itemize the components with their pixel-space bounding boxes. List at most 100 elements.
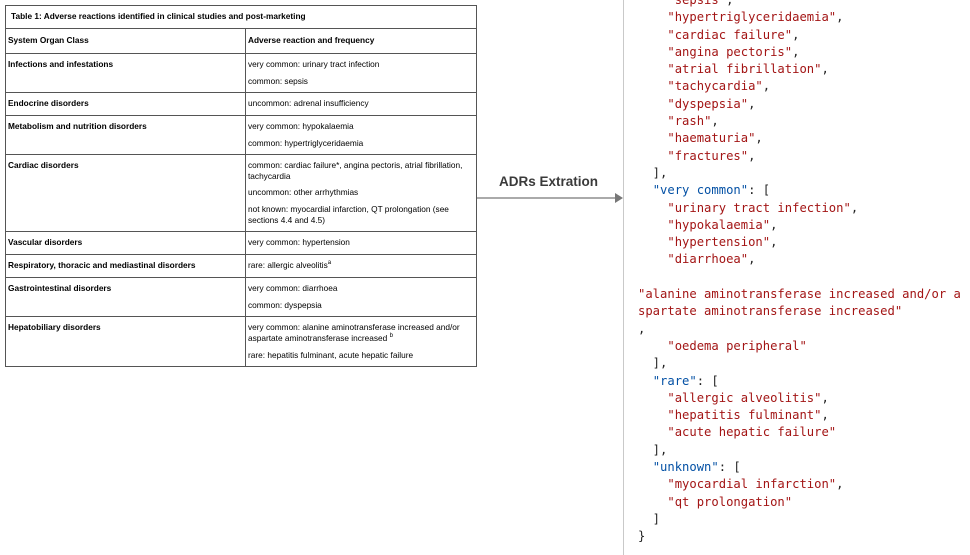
json-output: "sepsis", "hypertriglyceridaemia", "card… — [638, 0, 968, 546]
reaction-text: very common: urinary tract infection — [248, 58, 380, 69]
code-line: } — [638, 529, 646, 544]
json-string: hypertension — [674, 235, 763, 250]
reaction-line: common: dyspepsia — [248, 300, 473, 311]
json-string: urinary tract infection — [674, 200, 844, 215]
reaction-line: very common: alanine aminotransferase in… — [248, 322, 473, 344]
reaction-line: common: sepsis — [248, 76, 473, 87]
code-line: "atrial fibrillation", — [667, 62, 829, 77]
code-line: "angina pectoris", — [667, 44, 800, 59]
json-key-quoted: "rare" — [652, 373, 697, 388]
code-line: "urinary tract infection", — [667, 200, 859, 215]
reaction-cell: very common: hypertension — [246, 232, 476, 254]
reaction-text: very common: alanine aminotransferase in… — [248, 322, 460, 343]
code-line: "oedema peripheral" — [638, 338, 968, 355]
json-string: oedema peripheral — [674, 338, 800, 353]
soc-cell: Metabolism and nutrition disorders — [6, 115, 246, 154]
reaction-cell: very common: urinary tract infection comm… — [246, 54, 476, 92]
footnote-marker: a — [327, 260, 332, 267]
json-string: angina pectoris — [674, 44, 785, 59]
json-string: qt prolongation — [674, 494, 785, 509]
table-caption: Table 1: Adverse reactions identified in… — [11, 11, 306, 21]
json-string-quoted: "hepatitis fulminant" — [667, 408, 822, 423]
reaction-text: common: dyspepsia — [248, 300, 322, 311]
reaction-text: common: sepsis — [248, 75, 308, 86]
code-line: "hepatitis fulminant", — [667, 408, 829, 423]
code-line: "unknown": [ — [652, 460, 741, 475]
code-line: "haematuria", — [667, 131, 763, 146]
json-string-quoted: "myocardial infarction" — [667, 477, 837, 492]
json-string-quoted: "haematuria" — [667, 131, 756, 146]
code-line: "hypokalaemia", — [667, 217, 778, 232]
column-header-reaction: Adverse reaction and frequency — [248, 34, 375, 45]
footnote-marker: b — [389, 333, 393, 340]
soc-cell: Gastrointestinal disorders — [6, 278, 246, 316]
table-row: Cardiac disorders common: cardiac failure… — [6, 153, 476, 232]
soc-cell: Cardiac disorders — [6, 154, 246, 232]
code-line: "allergic alveolitis", — [667, 390, 829, 405]
json-string: fractures — [674, 148, 741, 163]
reaction-line: common: hypertriglyceridaemia — [248, 138, 473, 149]
code-line: ], — [638, 356, 668, 371]
json-string-quoted: "fractures" — [667, 148, 749, 163]
json-string-quoted: "urinary tract infection" — [667, 200, 851, 215]
code-line: "myocardial infarction", — [667, 477, 844, 492]
reaction-line: uncommon: other arrhythmias — [248, 187, 473, 198]
reaction-text: very common: hypertension — [248, 237, 350, 248]
soc-cell: Respiratory, thoracic and mediastinal di… — [6, 255, 246, 278]
code-line: "rash", — [667, 114, 719, 129]
code-line: "fractures", — [667, 148, 756, 163]
json-string: haematuria — [674, 131, 749, 146]
reaction-text: very common: diarrhoea — [248, 283, 338, 294]
json-string: tachycardia — [674, 79, 756, 94]
reaction-cell: rare: allergic alveolitisa — [246, 255, 476, 277]
json-string-quoted: "allergic alveolitis" — [667, 390, 822, 405]
json-string-quoted: "sepsis" — [667, 0, 726, 7]
reaction-line: very common: hypertension — [248, 237, 473, 248]
reaction-line: very common: diarrhoea — [248, 283, 473, 294]
arrow-label: ADRs Extration — [498, 174, 598, 189]
table-row: Vascular disorders very common: hypertens… — [6, 231, 476, 255]
soc-cell: Hepatobiliary disorders — [6, 317, 246, 366]
json-string-quoted: "angina pectoris" — [667, 44, 793, 59]
json-key-quoted: "very common" — [652, 183, 749, 198]
reaction-cell: very common: alanine aminotransferase in… — [246, 317, 476, 366]
code-line: ], — [638, 165, 668, 180]
table-row: Infections and infestations very common: … — [6, 52, 476, 92]
table-row: Metabolism and nutrition disorders very c… — [6, 114, 476, 154]
code-line: ], — [638, 442, 668, 457]
reaction-cell: common: cardiac failure*, angina pectori… — [246, 155, 476, 232]
table-row: Hepatobiliary disorders very common: alan… — [6, 316, 476, 366]
reaction-line: common: cardiac failure*, angina pectori… — [248, 160, 473, 182]
code-line: "sepsis", — [638, 0, 968, 9]
code-line: "dyspepsia", — [667, 96, 756, 111]
arrow-right-icon — [477, 193, 623, 203]
reaction-text: common: hypertriglyceridaemia — [248, 137, 364, 148]
table-row: Endocrine disorders uncommon: adrenal ins… — [6, 91, 476, 115]
code-line: "hypertriglyceridaemia", — [667, 10, 844, 25]
json-string: hypokalaemia — [674, 217, 763, 232]
json-string-quoted: "hypertension" — [667, 235, 771, 250]
json-string: diarrhoea — [674, 252, 741, 267]
reaction-cell: very common: diarrhoea common: dyspepsia — [246, 278, 476, 316]
reaction-line: uncommon: adrenal insufficiency — [248, 98, 473, 109]
reaction-text: uncommon: other arrhythmias — [248, 187, 359, 198]
json-string-quoted: "dyspepsia" — [667, 96, 749, 111]
reaction-text: uncommon: adrenal insufficiency — [248, 97, 369, 108]
json-string-quoted: "oedema peripheral" — [667, 338, 807, 353]
json-string-quoted: "qt prolongation" — [667, 494, 793, 509]
code-line: "diarrhoea", — [667, 252, 756, 267]
json-string: alanine aminotransferase increased and/o… — [638, 287, 961, 319]
table-body: Infections and infestations very common: … — [6, 52, 476, 366]
json-string: sepsis — [674, 0, 719, 7]
json-string: cardiac failure — [674, 27, 785, 42]
json-key: very common — [660, 183, 741, 198]
json-string: allergic alveolitis — [674, 390, 815, 405]
code-line: "qt prolongation" — [638, 494, 968, 511]
json-string: hypertriglyceridaemia — [674, 10, 829, 25]
soc-cell: Vascular disorders — [6, 232, 246, 255]
code-line: "hypertension", — [667, 235, 778, 250]
reaction-line: very common: hypokalaemia — [248, 121, 473, 132]
code-line: "alanine aminotransferase increased and/… — [638, 286, 968, 321]
reaction-text: common: cardiac failure*, angina pectori… — [248, 159, 463, 181]
